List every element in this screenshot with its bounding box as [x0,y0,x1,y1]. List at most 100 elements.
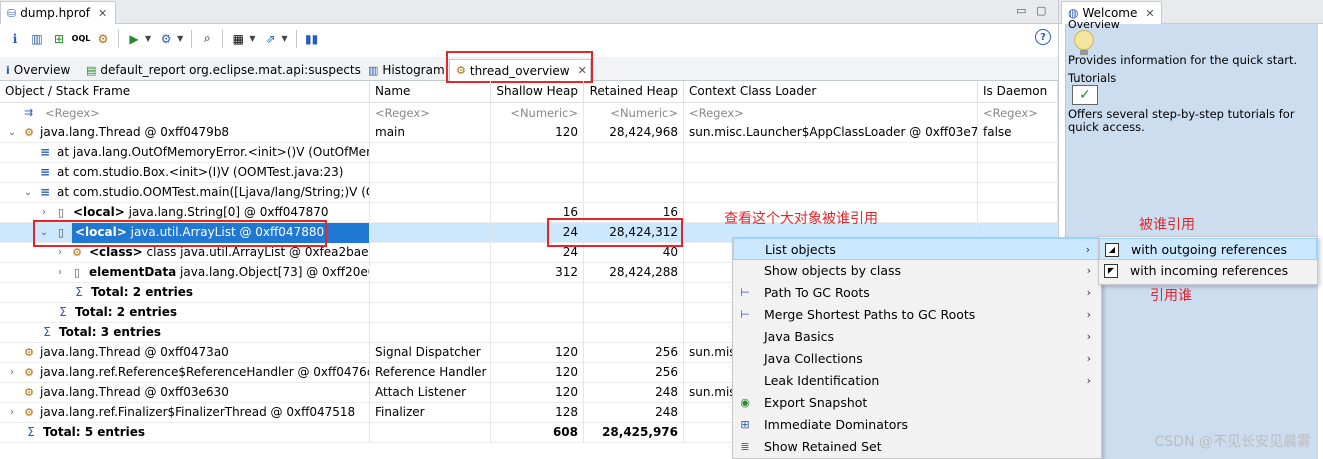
expand-icon[interactable]: › [6,363,18,382]
dropdown-arrow-icon[interactable]: ▼ [249,34,255,43]
gear-icon: ⚙ [24,125,34,139]
menu-item-java-basics[interactable]: Java Basics › [733,326,1101,348]
calculate-retained-icon[interactable]: ▮▮ [303,30,321,48]
toolbar-separator [191,29,193,48]
welcome-icon: ◍ [1068,6,1079,20]
numeric-filter-shallow[interactable]: <Numeric> [491,103,584,123]
menu-item-label: with incoming references [1130,263,1289,278]
close-icon[interactable]: ✕ [1145,7,1154,20]
close-icon[interactable]: ✕ [98,7,107,20]
group-icon[interactable]: ▦ [229,30,247,48]
sum-icon: Σ [43,324,51,339]
annotation-box-tab [446,51,593,83]
tab-default-report[interactable]: ▤ default_report org.eclipse.mat.api:sus… [80,59,367,81]
menu-item-list-objects[interactable]: List objects › [733,238,1101,260]
expand-icon[interactable]: › [6,403,18,422]
table-row-thread-main[interactable]: ⌄ ⚙ java.lang.Thread @ 0xff0479b8 main 1… [0,123,1058,143]
chevron-right-icon: › [1085,243,1090,256]
run-report-icon[interactable]: ▶ [125,30,143,48]
regex-filter-loader[interactable]: <Regex> [684,103,978,123]
tab-histogram[interactable]: ▥ Histogram [362,59,451,81]
regex-filter-name[interactable]: <Regex> [370,103,491,123]
tab-label: Welcome [1082,6,1138,20]
table-row-stack-frame[interactable]: ≡ at java.lang.OutOfMemoryError.<init>()… [0,143,1058,163]
database-icon: ⛁ [7,6,17,20]
gear-icon: ⚙ [24,345,34,359]
dominator-tree-icon[interactable]: ⊞ [50,30,68,48]
numeric-filter-retained[interactable]: <Numeric> [584,103,684,123]
table-row-stack-frame[interactable]: ≡ at com.studio.Box.<init>(I)V (OOMTest.… [0,163,1058,183]
local-keyword: <local> [73,205,125,219]
stack-frame-label: at com.studio.OOMTest.main([Ljava/lang/S… [57,185,370,199]
object-label: java.lang.Thread @ 0xff0479b8 [40,125,230,139]
thread-name: Finalizer [370,403,491,423]
column-header-context-class-loader[interactable]: Context Class Loader [684,81,978,103]
incoming-references-icon: ◤ [1104,264,1118,278]
menu-item-immediate-dominators[interactable]: ⊞ Immediate Dominators [733,414,1101,436]
total-label: Total: 5 entries [43,425,146,439]
column-header-retained-heap[interactable]: Retained Heap [584,81,684,103]
chevron-right-icon: › [1086,330,1091,343]
regex-filter-object[interactable]: <Regex> [40,103,370,123]
tab-label: default_report org.eclipse.mat.api:suspe… [100,63,361,77]
minimize-icon[interactable]: ▭ [1016,4,1026,17]
regex-filter-daemon[interactable]: <Regex> [978,103,1058,123]
maximize-icon[interactable]: ▢ [1036,4,1046,17]
expand-icon[interactable]: › [54,263,66,282]
menu-item-show-retained-set[interactable]: ≣ Show Retained Set [733,436,1101,458]
tab-label: Overview [13,63,71,77]
menu-item-path-to-gc-roots[interactable]: ⊢ Path To GC Roots › [733,282,1101,304]
column-header-name[interactable]: Name [370,81,491,103]
query-browser-icon[interactable]: ⚙ [157,30,175,48]
dropdown-arrow-icon[interactable]: ▼ [145,34,151,43]
sum-icon: Σ [75,284,83,299]
menu-item-with-outgoing-references[interactable]: ◢ with outgoing references [1099,238,1317,260]
column-header-shallow-heap[interactable]: Shallow Heap [491,81,584,103]
oql-icon[interactable]: OQL [72,30,91,48]
menu-item-merge-shortest-paths[interactable]: ⊢ Merge Shortest Paths to GC Roots › [733,304,1101,326]
shallow-heap-value: 120 [491,383,584,403]
dropdown-arrow-icon[interactable]: ▼ [281,34,287,43]
tutorials-icon[interactable]: ✓ [1072,85,1098,105]
thread-overview-icon[interactable]: ⚙ [94,30,112,48]
total-label: Total: 2 entries [75,305,178,319]
search-icon[interactable]: ⌕ [198,30,216,48]
object-label: class java.util.ArrayList @ 0xfea2bae8 S… [142,245,370,259]
shallow-heap-value: 312 [491,263,584,283]
menu-item-leak-identification[interactable]: Leak Identification › [733,370,1101,392]
chevron-right-icon: › [1086,352,1091,365]
histogram-icon[interactable]: ▥ [28,30,46,48]
dropdown-arrow-icon[interactable]: ▼ [177,34,183,43]
column-header-object[interactable]: Object / Stack Frame [0,81,370,103]
menu-item-label: Export Snapshot [764,395,868,410]
menu-item-show-objects-by-class[interactable]: Show objects by class › [733,260,1101,282]
chevron-right-icon: › [1086,286,1091,299]
editor-tab-dump[interactable]: ⛁ dump.hprof ✕ [0,1,116,24]
menu-item-java-collections[interactable]: Java Collections › [733,348,1101,370]
collapse-icon[interactable]: ⌄ [22,183,34,202]
tutorials-heading[interactable]: Tutorials [1068,73,1116,83]
shallow-heap-value: 128 [491,403,584,423]
retained-heap-value: 28,424,968 [584,123,684,143]
stack-frame-icon: ≡ [39,164,51,179]
column-header-is-daemon[interactable]: Is Daemon [978,81,1058,103]
menu-item-with-incoming-references[interactable]: ◤ with incoming references [1099,260,1317,282]
export-icon[interactable]: ⇗ [261,30,279,48]
tab-label: Histogram [382,63,445,77]
table-row-stack-frame[interactable]: ⌄ ≡ at com.studio.OOMTest.main([Ljava/la… [0,183,1058,203]
stack-frame-icon: ≡ [39,144,51,159]
help-icon[interactable]: ? [1035,29,1051,45]
retained-heap-value: 28,424,288 [584,263,684,283]
toolbar: i ▥ ⊞ OQL ⚙ ▶ ▼ ⚙ ▼ ⌕ ▦ ▼ ⇗ ▼ ▮▮ ? [0,24,1058,53]
collapse-icon[interactable]: ⌄ [6,123,18,142]
info-icon[interactable]: i [6,30,24,48]
tab-overview[interactable]: i Overview [0,59,76,81]
field-keyword: elementData [89,265,177,279]
gear-icon: ⚙ [24,385,34,399]
overview-heading[interactable]: Overview [1068,20,1120,30]
annotation-note-referenced-by: 被谁引用 [1139,217,1195,233]
object-label: java.lang.Thread @ 0xff03e630 [40,385,229,399]
retained-heap-value: 248 [584,383,684,403]
annotation-note-references-whom: 引用谁 [1150,288,1192,304]
menu-item-export-snapshot[interactable]: ◉ Export Snapshot [733,392,1101,414]
